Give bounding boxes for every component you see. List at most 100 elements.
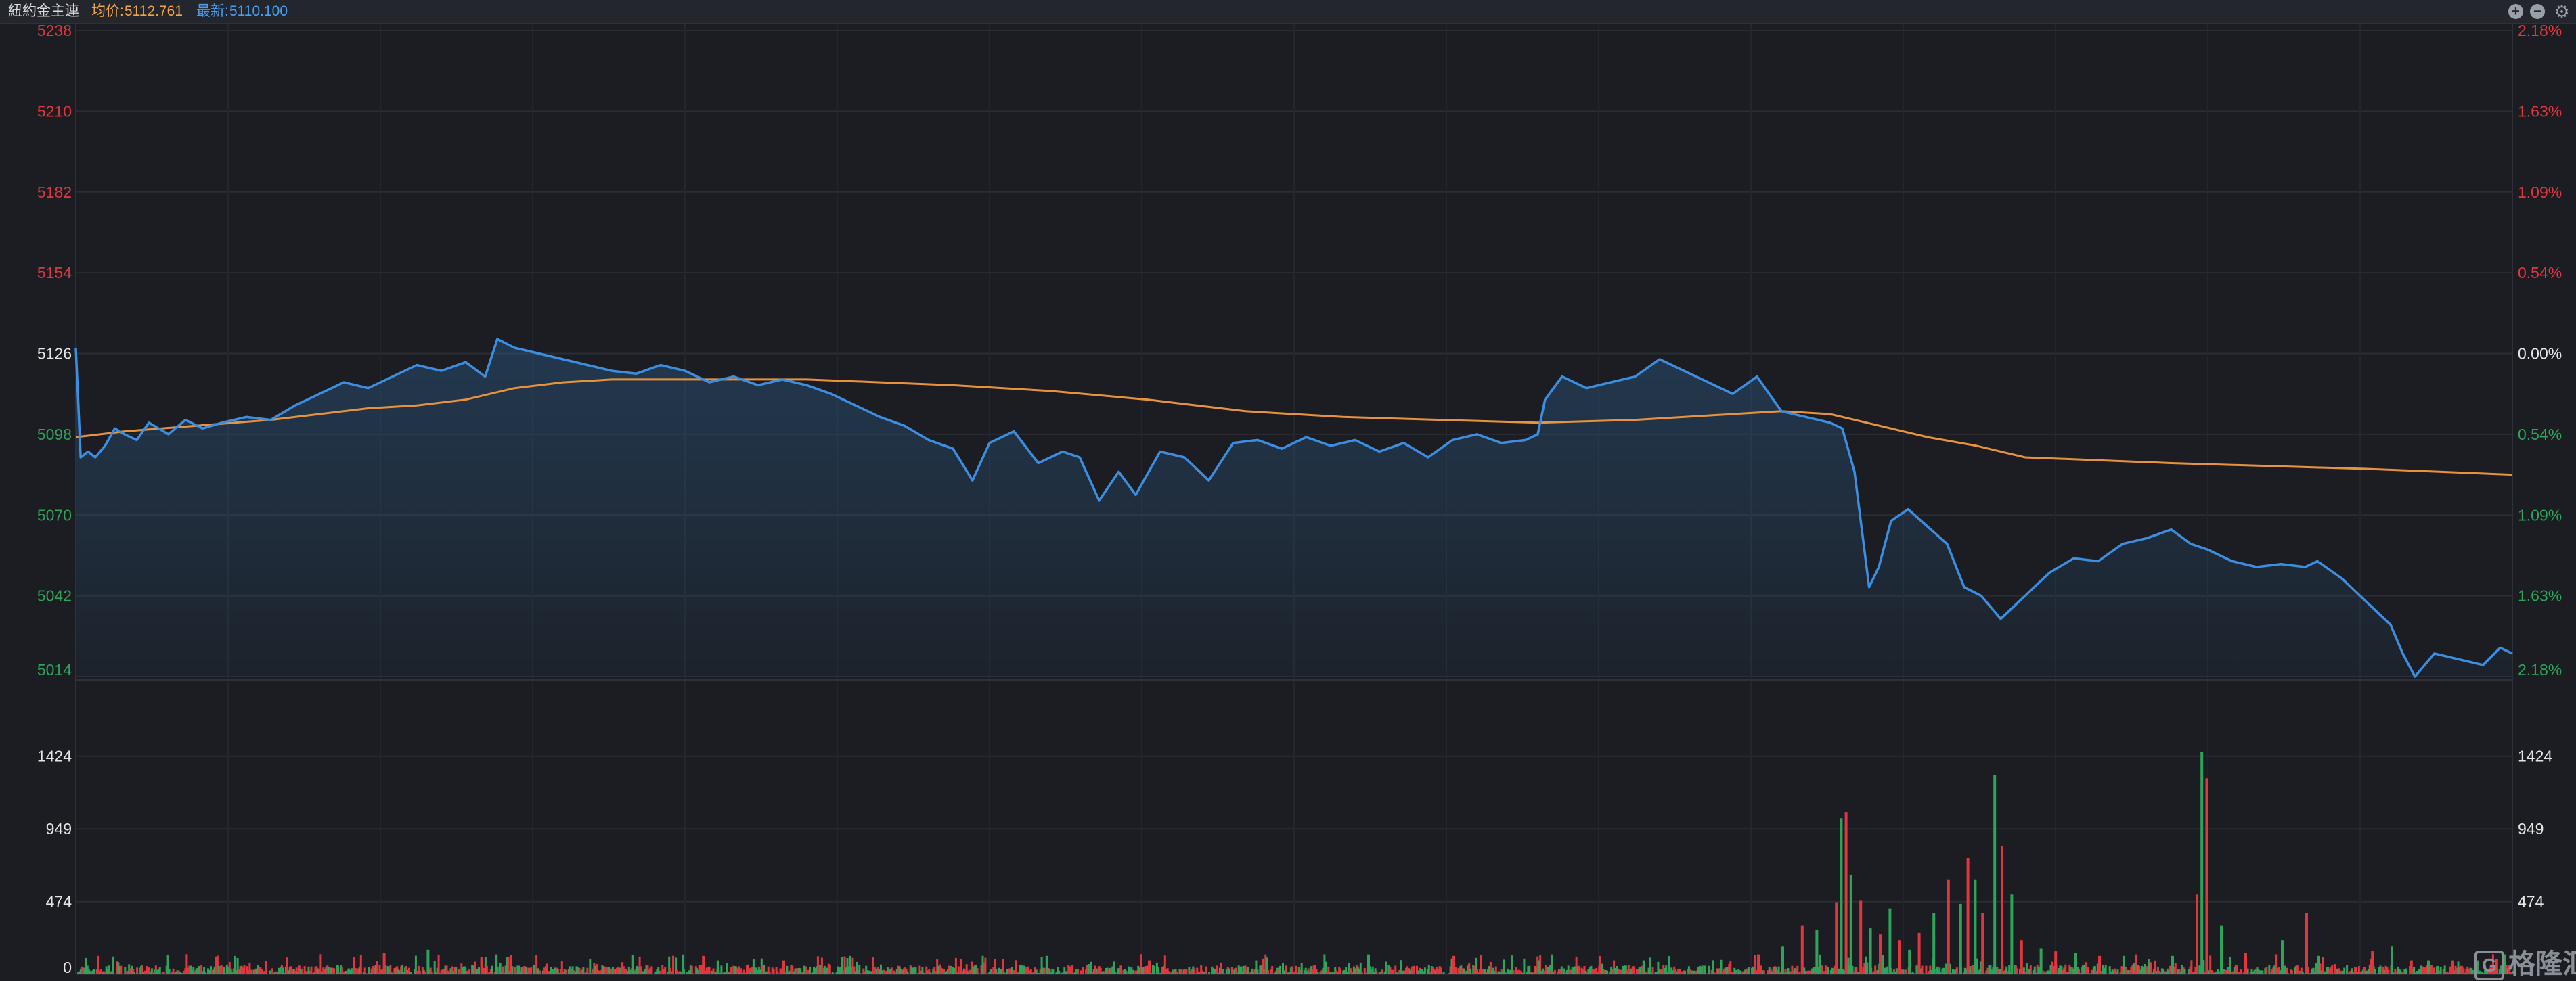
volume-spike-bar bbox=[2391, 946, 2393, 974]
volume-bar bbox=[1551, 955, 1553, 974]
volume-bar bbox=[2331, 965, 2333, 974]
volume-spike-bar bbox=[2281, 940, 2284, 974]
volume-bar bbox=[2374, 969, 2376, 974]
volume-bar bbox=[533, 965, 535, 974]
volume-bar bbox=[1279, 966, 1281, 974]
volume-spike-bar bbox=[1993, 775, 1996, 974]
volume-bar bbox=[1185, 969, 1187, 975]
volume-bar bbox=[2117, 969, 2119, 974]
percent-tick-label-7: 1.63% bbox=[2518, 587, 2562, 605]
volume-bar bbox=[1704, 965, 1706, 974]
volume-bar bbox=[221, 965, 223, 974]
volume-spike-bar bbox=[1947, 880, 1950, 974]
volume-bar bbox=[1271, 966, 1273, 974]
volume-bar bbox=[93, 969, 95, 974]
volume-bar bbox=[1052, 969, 1054, 974]
volume-spike-bar bbox=[1959, 904, 1962, 974]
volume-bar bbox=[1554, 970, 1556, 974]
volume-bar bbox=[1652, 967, 1654, 974]
volume-bar bbox=[120, 966, 122, 974]
volume-spike-bar bbox=[702, 956, 705, 974]
volume-spike-bar bbox=[1967, 858, 1970, 974]
price-tick-label-4: 5126 bbox=[37, 345, 72, 363]
volume-spike-bar bbox=[2244, 953, 2247, 974]
volume-bar bbox=[1482, 969, 1484, 974]
price-axis-left: 523852105182515451265098507050425014 bbox=[37, 22, 72, 679]
volume-tick-label-right-0: 1424 bbox=[2518, 748, 2552, 765]
volume-spike-bar bbox=[2020, 940, 2023, 974]
volume-bar bbox=[2030, 965, 2032, 974]
volume-bar bbox=[1503, 959, 1505, 974]
volume-bar bbox=[468, 969, 470, 974]
volume-bar bbox=[1739, 970, 1741, 974]
price-tick-label-8: 5014 bbox=[37, 661, 72, 679]
volume-spike-bar bbox=[1835, 903, 1838, 974]
volume-bar bbox=[491, 966, 493, 974]
volume-bar bbox=[1015, 960, 1017, 974]
volume-bar bbox=[2105, 965, 2107, 974]
percent-tick-label-6: 1.09% bbox=[2518, 506, 2562, 524]
volume-bar bbox=[730, 967, 732, 974]
volume-bar bbox=[1633, 966, 1635, 974]
volume-bar bbox=[1115, 972, 1117, 974]
volume-bar bbox=[589, 959, 591, 975]
volume-bar bbox=[2380, 965, 2382, 974]
volume-tick-label-3: 0 bbox=[63, 959, 72, 976]
volume-bar bbox=[2148, 959, 2150, 974]
volume-spike-bar bbox=[1148, 961, 1151, 974]
volume-bar bbox=[2291, 970, 2293, 974]
volume-spike-bar bbox=[1859, 900, 1862, 974]
volume-spike-bar bbox=[2200, 752, 2203, 974]
intraday-chart[interactable]: 523852105182515451265098507050425014 2.1… bbox=[0, 0, 2576, 977]
volume-spike-bar bbox=[1046, 956, 1048, 974]
volume-bar bbox=[311, 967, 313, 974]
volume-bar bbox=[923, 973, 925, 974]
volume-bar bbox=[652, 974, 654, 975]
volume-bar bbox=[1903, 969, 1905, 974]
volume-bar bbox=[1649, 957, 1651, 974]
price-tick-label-0: 5238 bbox=[37, 22, 72, 39]
volume-bar bbox=[1945, 964, 1947, 975]
volume-bar bbox=[112, 957, 114, 974]
volume-spike-bar bbox=[1840, 818, 1842, 974]
volume-spike-bar bbox=[1981, 913, 1984, 975]
volume-bar bbox=[891, 967, 893, 974]
price-tick-label-5: 5098 bbox=[37, 426, 72, 443]
volume-spike-bar bbox=[1801, 926, 1804, 974]
volume-bar bbox=[672, 956, 674, 974]
volume-bar bbox=[692, 973, 694, 974]
volume-bar bbox=[1228, 969, 1230, 975]
volume-bar bbox=[769, 972, 771, 974]
volume-bar bbox=[1088, 964, 1090, 974]
volume-axis-right: 1424949474 bbox=[2518, 748, 2552, 911]
volume-bar bbox=[1413, 966, 1415, 974]
volume-spike-bar bbox=[1781, 946, 1784, 974]
volume-bar bbox=[1798, 972, 1800, 974]
volume-bar bbox=[455, 967, 457, 974]
volume-bar bbox=[2440, 967, 2442, 974]
watermark-logo: G格隆汇 bbox=[2474, 942, 2576, 981]
price-tick-label-2: 5182 bbox=[37, 183, 72, 201]
volume-bar bbox=[1825, 965, 1827, 974]
percent-tick-label-5: 0.54% bbox=[2518, 426, 2562, 443]
volume-bar bbox=[773, 969, 775, 974]
volume-spike-bar bbox=[717, 961, 719, 974]
percent-tick-label-8: 2.18% bbox=[2518, 661, 2562, 679]
volume-bar bbox=[1884, 968, 1886, 974]
volume-spike-bar bbox=[2054, 951, 2057, 974]
volume-spike-bar bbox=[1908, 950, 1911, 974]
volume-bar bbox=[829, 965, 831, 974]
volume-bar bbox=[1381, 969, 1383, 974]
volume-bar bbox=[1523, 959, 1525, 974]
volume-spike-bar bbox=[1888, 909, 1891, 974]
volume-bar bbox=[512, 966, 514, 974]
volume-tick-label-0: 1424 bbox=[37, 748, 72, 765]
volume-spike-bar bbox=[2451, 961, 2454, 974]
volume-spike-bar bbox=[383, 953, 386, 974]
volume-bar bbox=[1708, 966, 1710, 974]
volume-bar bbox=[1080, 970, 1082, 974]
volume-bar bbox=[691, 966, 693, 974]
volume-bar bbox=[2175, 963, 2177, 974]
volume-bar bbox=[1006, 969, 1008, 974]
percent-tick-label-3: 0.54% bbox=[2518, 264, 2562, 281]
